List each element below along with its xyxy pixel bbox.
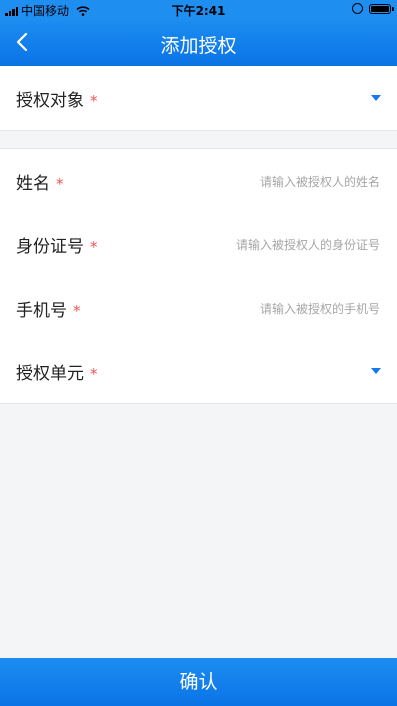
nav-bar: 添加授权: [0, 20, 397, 66]
dropdown-caret-icon[interactable]: [371, 95, 381, 101]
name-field[interactable]: 姓名 * 请输入被授权人的姓名: [0, 149, 397, 213]
phone-input[interactable]: 请输入被授权的手机号: [260, 300, 380, 317]
phone-label: 手机号 *: [16, 296, 81, 321]
authorized-person-section: 姓名 * 请输入被授权人的姓名 身份证号 * 请输入被授权人的身份证号 手机号 * 请…: [0, 148, 397, 404]
auth-target-section: 授权对象 *: [0, 66, 397, 131]
auth-target-label-text: 授权对象: [16, 91, 84, 111]
confirm-button[interactable]: 确认: [0, 658, 397, 706]
id-number-label-text: 身份证号: [16, 237, 84, 257]
id-number-label: 身份证号 *: [16, 232, 98, 257]
page-title: 添加授权: [160, 35, 237, 57]
required-mark: *: [90, 92, 98, 110]
auth-target-select[interactable]: 授权对象 *: [0, 66, 397, 130]
status-time: 下午2:41: [171, 4, 226, 18]
phone-label-text: 手机号: [16, 301, 67, 321]
auth-unit-label: 授权单元 *: [16, 359, 98, 384]
status-right: [352, 3, 394, 14]
auth-unit-select[interactable]: 授权单元 *: [0, 339, 397, 403]
status-bar: 中国移动 下午2:41: [0, 0, 397, 20]
phone-field[interactable]: 手机号 * 请输入被授权的手机号: [0, 276, 397, 340]
auth-target-label: 授权对象 *: [16, 86, 98, 111]
required-mark: *: [56, 175, 64, 193]
battery-icon: [369, 3, 394, 14]
id-number-input[interactable]: 请输入被授权人的身份证号: [236, 236, 380, 253]
name-input[interactable]: 请输入被授权人的姓名: [260, 173, 380, 190]
dropdown-caret-icon[interactable]: [371, 368, 381, 374]
id-number-field[interactable]: 身份证号 * 请输入被授权人的身份证号: [0, 212, 397, 276]
name-label-text: 姓名: [16, 174, 50, 194]
required-mark: *: [90, 365, 98, 383]
required-mark: *: [73, 302, 81, 320]
name-label: 姓名 *: [16, 169, 64, 194]
auth-unit-label-text: 授权单元: [16, 364, 84, 384]
orientation-lock-icon: [352, 3, 363, 14]
required-mark: *: [90, 238, 98, 256]
